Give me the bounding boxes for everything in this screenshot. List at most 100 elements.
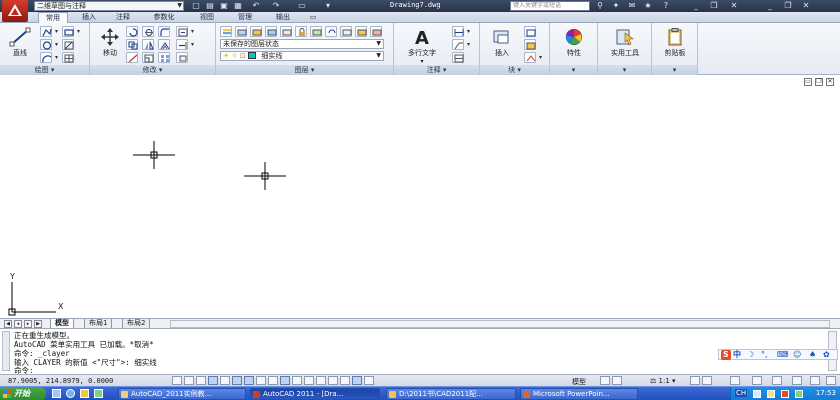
tab-insert[interactable]: 插入 (74, 12, 104, 23)
rotate-button[interactable] (126, 26, 138, 37)
object-snap-tracking-toggle[interactable] (256, 376, 266, 385)
tab-view[interactable]: 视图 (192, 12, 222, 23)
layer-merge-button[interactable] (355, 26, 367, 37)
block-panel-title[interactable]: 块 ▾ (480, 65, 549, 75)
save-icon[interactable]: ▣ (218, 1, 230, 11)
snap-mode-toggle[interactable] (184, 376, 194, 385)
layer-previous-button[interactable] (325, 26, 337, 37)
polyline-button[interactable] (40, 26, 52, 37)
new-file-icon[interactable]: ▢ (190, 1, 202, 11)
3d-object-snap-toggle[interactable] (244, 376, 254, 385)
layers-panel-title[interactable]: 图层 ▾ (216, 65, 393, 75)
doc-restore-icon[interactable]: ❐ (782, 0, 794, 12)
window-minimize-icon[interactable]: _ (690, 0, 702, 12)
ribbon-minimize-icon[interactable]: ▭ (306, 12, 320, 23)
application-menu-button[interactable] (2, 0, 28, 22)
punctuation-icon[interactable]: °, (761, 350, 768, 360)
quick-view-layouts-button[interactable] (600, 376, 610, 385)
grid-toggle[interactable] (196, 376, 206, 385)
lock-ui-toggle[interactable] (364, 376, 374, 385)
modify-panel-title[interactable]: 修改 ▾ (90, 65, 215, 75)
polar-tracking-toggle[interactable] (220, 376, 230, 385)
quick-view-drawings-button[interactable] (612, 376, 622, 385)
settings-icon[interactable]: ✿ (823, 350, 830, 360)
tab-output[interactable]: 输出 (266, 12, 300, 23)
network-icon[interactable] (753, 390, 761, 398)
annotation-monitor-toggle[interactable] (340, 376, 350, 385)
isolate-objects-icon[interactable] (792, 376, 802, 385)
extend-button[interactable] (176, 39, 188, 50)
chevron-down-icon[interactable]: ▾ (77, 28, 80, 35)
ortho-toggle[interactable] (208, 376, 218, 385)
search-icon[interactable]: ⚲ (594, 0, 606, 12)
quick-launch-desktop-icon[interactable] (52, 389, 61, 398)
object-snap-toggle[interactable] (232, 376, 242, 385)
window-close-icon[interactable]: ✕ (728, 0, 740, 12)
multileader-button[interactable] (452, 39, 464, 50)
chevron-down-icon[interactable]: ▾ (539, 54, 542, 61)
edit-block-button[interactable] (524, 39, 536, 50)
layer-delete-button[interactable] (370, 26, 382, 37)
previous-layout-icon[interactable]: ◂ (14, 320, 22, 328)
communication-center-icon[interactable]: ✉ (626, 0, 638, 12)
coordinate-readout[interactable]: 87.9005, 214.8979, 0.0000 (8, 377, 113, 385)
chevron-down-icon[interactable]: ▾ (191, 28, 194, 35)
table-button[interactable] (62, 52, 74, 63)
model-space-toggle[interactable] (352, 376, 362, 385)
help-icon[interactable]: ? (660, 0, 672, 12)
workspace-switch-icon[interactable]: ▭ (296, 1, 308, 11)
command-window-grip[interactable] (2, 331, 10, 371)
line-button[interactable]: 直线 (2, 25, 38, 63)
scale-button[interactable] (142, 52, 154, 63)
workspace-switching-button[interactable] (730, 376, 740, 385)
utilities-button[interactable]: 实用工具 (604, 25, 646, 63)
volume-icon[interactable] (767, 390, 775, 398)
annotation-table-button[interactable] (452, 52, 464, 63)
array-button[interactable] (158, 52, 170, 63)
quick-access-dropdown-icon[interactable]: ▾ (322, 1, 334, 11)
layer-dropdown[interactable]: ☀ ☼ ⊡ 细实线 ▼ (220, 51, 384, 61)
tab-manage[interactable]: 管理 (228, 12, 262, 23)
tab-parametric[interactable]: 参数化 (144, 12, 184, 23)
help-search-input[interactable]: 键入关键字或短语 (510, 1, 590, 11)
tab-annotate[interactable]: 注释 (108, 12, 138, 23)
chevron-down-icon[interactable]: ▾ (55, 41, 58, 48)
doc-minimize-icon[interactable]: _ (764, 0, 776, 12)
create-block-button[interactable] (524, 26, 536, 37)
keyboard-icon[interactable]: ⌨ (777, 350, 789, 360)
start-button[interactable]: 开始 (0, 387, 46, 400)
stretch-button[interactable] (126, 52, 138, 63)
dynamic-input-toggle[interactable] (280, 376, 290, 385)
layer-state-button[interactable] (235, 26, 247, 37)
subscription-icon[interactable]: ✦ (610, 0, 622, 12)
ime-mode-label[interactable]: 中 (733, 350, 741, 360)
selection-cycling-toggle[interactable] (328, 376, 338, 385)
user-icon[interactable]: ☺ (793, 350, 801, 360)
utilities-panel-title[interactable]: ▾ (598, 65, 651, 75)
layer-freeze-button[interactable] (265, 26, 277, 37)
taskbar-task-button[interactable]: AutoCAD_2011实例教... (118, 388, 246, 400)
clock[interactable]: 17:53 (816, 389, 836, 397)
auto-scale-toggle[interactable] (702, 376, 712, 385)
favorites-icon[interactable]: ★ (642, 0, 654, 12)
properties-button[interactable]: 特性 (556, 25, 592, 63)
insert-block-button[interactable]: 插入 (484, 25, 520, 63)
clipboard-button[interactable]: 剪贴板 (657, 25, 693, 63)
chevron-down-icon[interactable]: ▾ (467, 28, 470, 35)
taskbar-task-button[interactable]: D:\2011书\CAD2011配... (386, 388, 516, 400)
doc-close-icon[interactable]: ✕ (800, 0, 812, 12)
annotation-scale[interactable]: ⚖ 1:1 ▾ (650, 377, 676, 385)
taskbar-task-button[interactable]: Microsoft PowerPoin... (520, 388, 638, 400)
first-layout-icon[interactable]: ◀ (4, 320, 12, 328)
undo-icon[interactable]: ↶ (250, 1, 262, 11)
ime-toolbar[interactable]: S 中 ☽ °, ⌨ ☺ ♠ ✿ (718, 349, 838, 360)
chevron-down-icon[interactable]: ▾ (467, 41, 470, 48)
arc-button[interactable] (40, 52, 52, 63)
annotation-panel-title[interactable]: 注释 ▾ (394, 65, 479, 75)
security-icon[interactable] (781, 390, 789, 398)
linear-dimension-button[interactable] (452, 26, 464, 37)
quick-launch-media-icon[interactable] (94, 389, 103, 398)
clipboard-panel-title[interactable]: ▾ (652, 65, 697, 75)
lineweight-toggle[interactable] (292, 376, 302, 385)
hatch-button[interactable] (62, 39, 74, 50)
